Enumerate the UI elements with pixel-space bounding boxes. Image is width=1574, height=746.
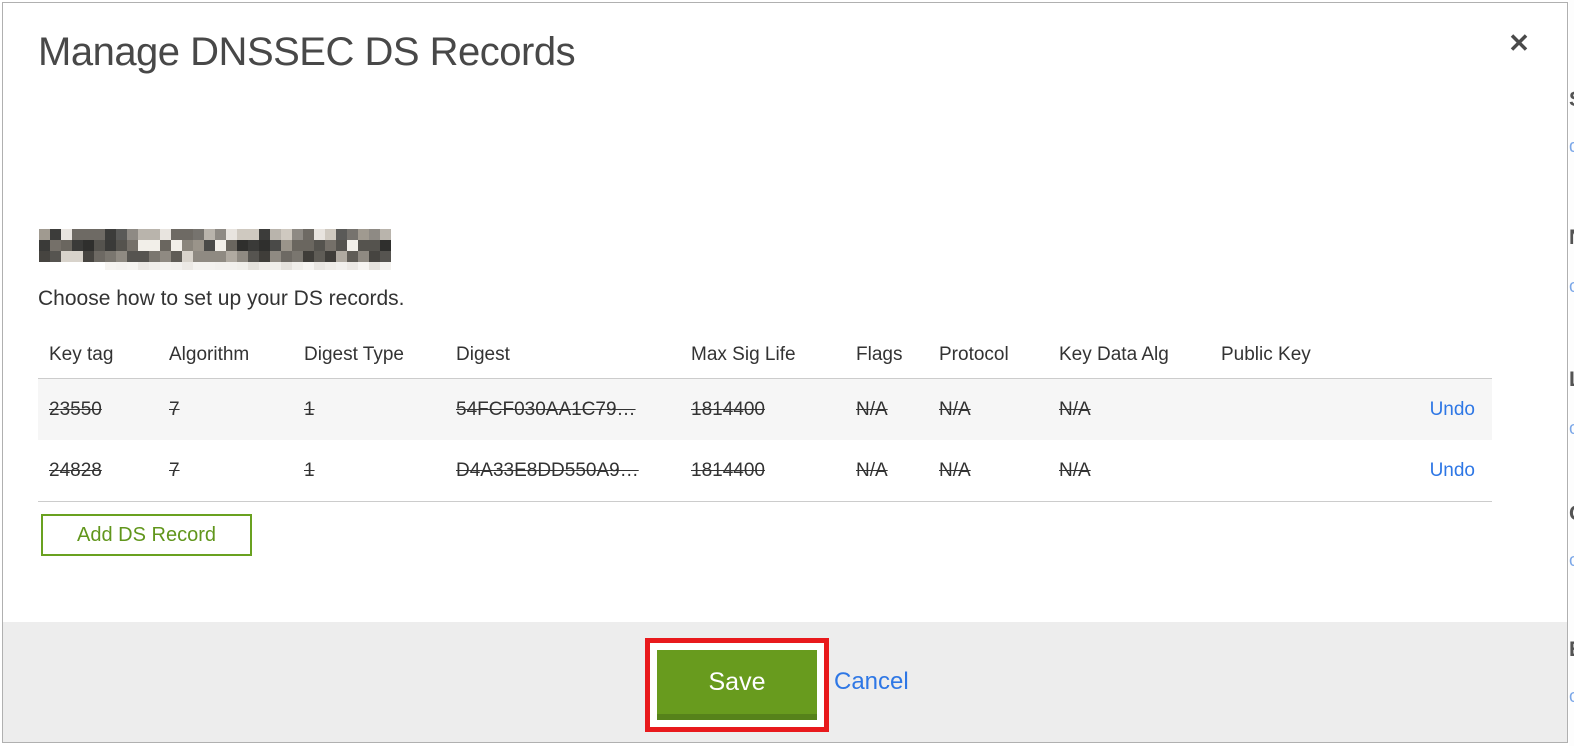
- column-header-algorithm: Algorithm: [169, 343, 250, 365]
- cell-key-tag: 23550: [49, 398, 102, 420]
- column-header-key-tag: Key tag: [49, 343, 114, 365]
- ds-records-table: Key tag Algorithm Digest Type Digest Max…: [38, 331, 1492, 502]
- save-highlight-annotation: Save: [645, 638, 829, 732]
- cell-max-sig-life: 1814400: [691, 459, 765, 481]
- column-header-digest: Digest: [456, 343, 510, 365]
- table-row: 24828 7 1 D4A33E8DD550A9… 1814400 N/A N/…: [38, 440, 1492, 501]
- column-header-flags: Flags: [856, 343, 903, 365]
- sliver-text-fragment: o: [1569, 686, 1574, 707]
- cell-digest-type: 1: [304, 459, 315, 481]
- sliver-text-fragment: d: [1569, 136, 1574, 157]
- redacted-domain-name: [39, 229, 391, 270]
- sliver-text-fragment: o: [1569, 418, 1574, 439]
- cell-key-data-alg: N/A: [1059, 398, 1091, 420]
- cell-flags: N/A: [856, 459, 888, 481]
- sliver-text-fragment: S: [1569, 88, 1574, 112]
- undo-link[interactable]: Undo: [1430, 399, 1475, 420]
- page: Sd No Lo Co Eo Manage DNSSEC DS Records ✕ Ch…: [0, 0, 1574, 746]
- sliver-text-fragment: C: [1569, 502, 1574, 526]
- table-body: 23550 7 1 54FCF030AA1C79… 1814400 N/A N/…: [38, 378, 1492, 502]
- column-header-max-sig-life: Max Sig Life: [691, 343, 796, 365]
- column-header-key-data-alg: Key Data Alg: [1059, 343, 1169, 365]
- cell-digest-type: 1: [304, 398, 315, 420]
- column-header-public-key: Public Key: [1221, 343, 1311, 365]
- column-header-digest-type: Digest Type: [304, 343, 404, 365]
- cell-protocol: N/A: [939, 459, 971, 481]
- table-header-row: Key tag Algorithm Digest Type Digest Max…: [38, 331, 1492, 378]
- background-page-sliver: Sd No Lo Co Eo: [1569, 0, 1574, 746]
- save-button[interactable]: Save: [657, 650, 817, 720]
- dnssec-ds-records-modal: Manage DNSSEC DS Records ✕ Choose how to…: [2, 2, 1568, 743]
- table-row: 23550 7 1 54FCF030AA1C79… 1814400 N/A N/…: [38, 379, 1492, 440]
- close-icon[interactable]: ✕: [1499, 23, 1539, 63]
- cell-key-tag: 24828: [49, 459, 102, 481]
- modal-title: Manage DNSSEC DS Records: [38, 30, 576, 74]
- modal-subtitle: Choose how to set up your DS records.: [38, 287, 405, 310]
- cell-digest: D4A33E8DD550A9…: [456, 459, 639, 481]
- cell-action: Undo: [1371, 460, 1492, 482]
- cell-protocol: N/A: [939, 398, 971, 420]
- cell-digest: 54FCF030AA1C79…: [456, 398, 636, 420]
- cell-algorithm: 7: [169, 398, 180, 420]
- sliver-text-fragment: N: [1569, 226, 1574, 250]
- sliver-text-fragment: o: [1569, 550, 1574, 571]
- cell-flags: N/A: [856, 398, 888, 420]
- undo-link[interactable]: Undo: [1430, 460, 1475, 481]
- cell-max-sig-life: 1814400: [691, 398, 765, 420]
- sliver-text-fragment: o: [1569, 276, 1574, 297]
- cell-algorithm: 7: [169, 459, 180, 481]
- sliver-text-fragment: E: [1569, 638, 1574, 662]
- cancel-link[interactable]: Cancel: [834, 668, 909, 696]
- sliver-text-fragment: L: [1569, 368, 1574, 392]
- cell-action: Undo: [1371, 399, 1492, 421]
- modal-footer: Save Cancel: [3, 622, 1567, 742]
- cell-key-data-alg: N/A: [1059, 459, 1091, 481]
- add-ds-record-button[interactable]: Add DS Record: [41, 514, 252, 556]
- column-header-protocol: Protocol: [939, 343, 1009, 365]
